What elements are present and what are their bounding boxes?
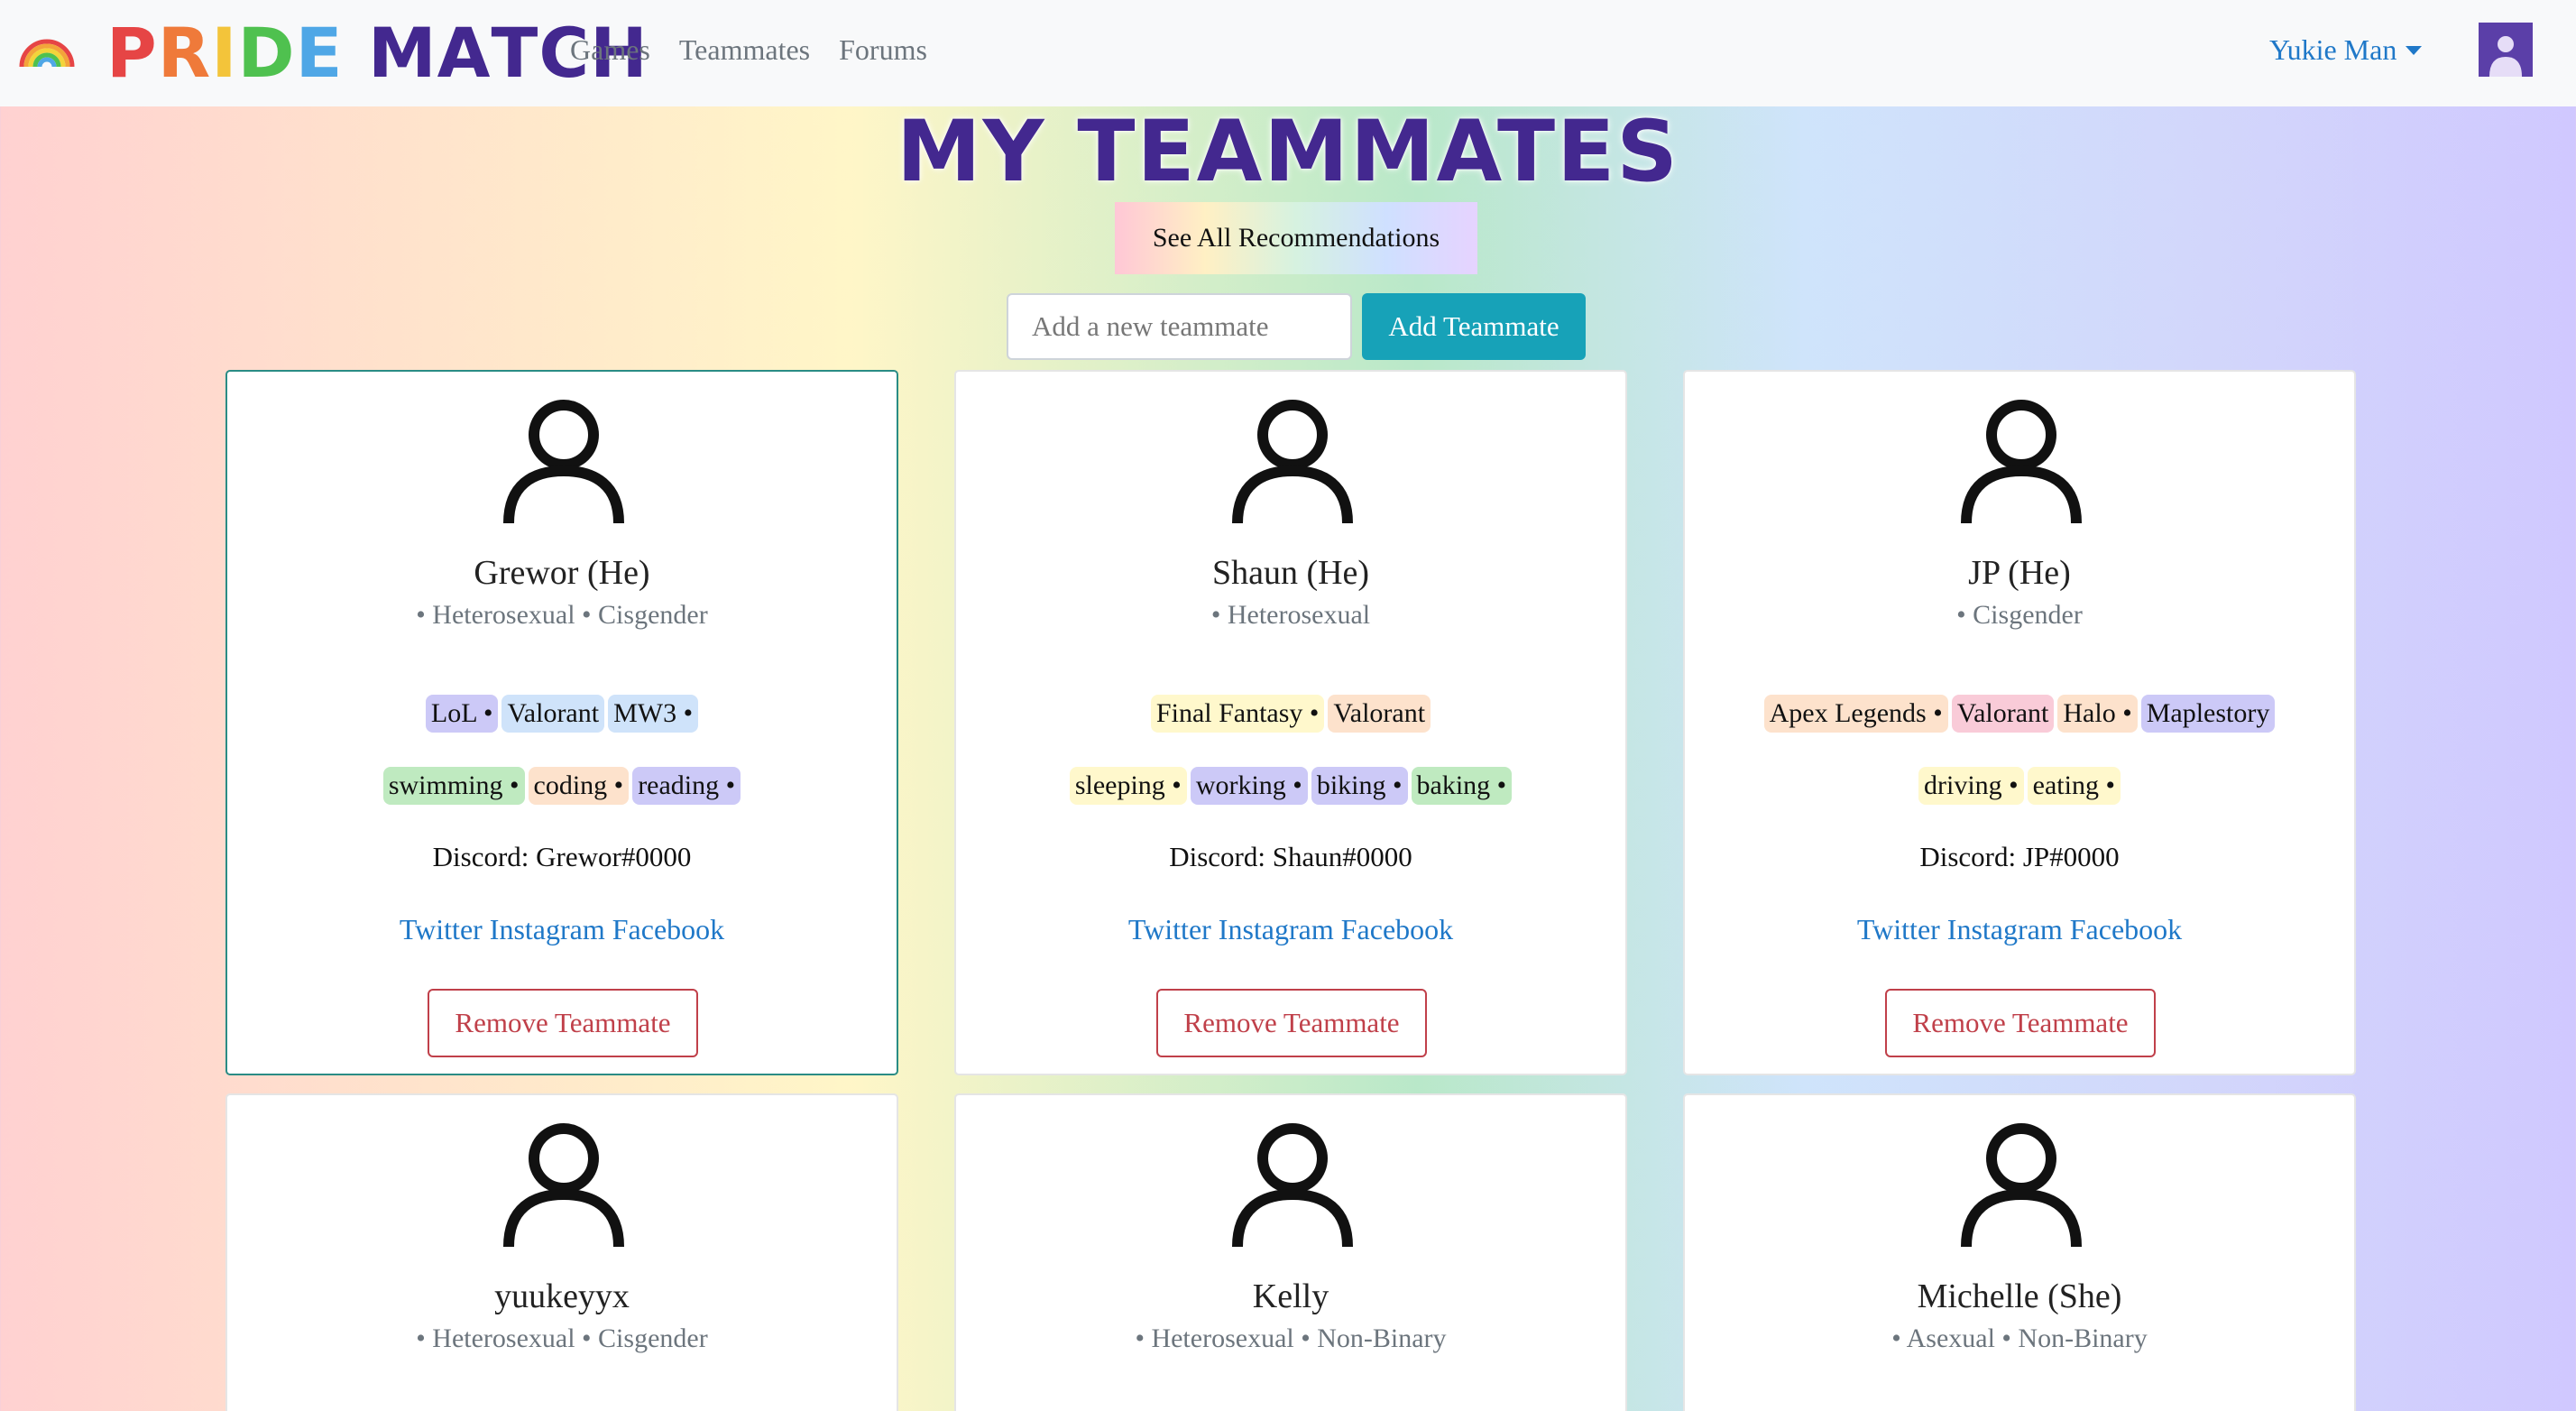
social-link-instagram[interactable]: Instagram bbox=[490, 909, 605, 949]
game-tags: Final Fantasy • Valorant bbox=[956, 695, 1625, 733]
teammate-name: yuukeyyx bbox=[494, 1277, 630, 1315]
person-icon bbox=[1959, 397, 2084, 525]
identity-tags: • Heterosexual • Cisgender bbox=[416, 1323, 708, 1353]
person-icon bbox=[1230, 1120, 1355, 1249]
game-chip: Valorant bbox=[1951, 695, 2055, 733]
game-chip: Final Fantasy • bbox=[1150, 695, 1325, 733]
discord-handle: Discord: Shaun#0000 bbox=[1169, 841, 1412, 872]
identity-tags: • Cisgender bbox=[1956, 600, 2083, 630]
discord-handle: Discord: Grewor#0000 bbox=[432, 841, 692, 872]
add-teammate-input[interactable] bbox=[1007, 293, 1352, 360]
hobby-tags: driving • eating • bbox=[1685, 767, 2354, 805]
hobby-chip: swimming • bbox=[382, 767, 525, 805]
remove-teammate-button[interactable]: Remove Teammate bbox=[1156, 989, 1427, 1057]
person-icon bbox=[1230, 397, 1355, 525]
nav-link-teammates[interactable]: Teammates bbox=[679, 27, 810, 72]
social-link-facebook[interactable]: Facebook bbox=[1341, 909, 1453, 949]
social-links: Twitter Instagram Facebook bbox=[956, 909, 1625, 949]
game-tags: LoL • Valorant MW3 • bbox=[227, 695, 897, 733]
add-teammate-button[interactable]: Add Teammate bbox=[1362, 293, 1586, 360]
social-links: Twitter Instagram Facebook bbox=[227, 909, 897, 949]
social-link-facebook[interactable]: Facebook bbox=[2070, 909, 2182, 949]
brand-letter: I bbox=[211, 13, 238, 93]
game-chip: MW3 • bbox=[608, 695, 699, 733]
game-chip: Halo • bbox=[2057, 695, 2138, 733]
identity-tags: • Asexual • Non-Binary bbox=[1891, 1323, 2148, 1353]
nav-links: Games Teammates Forums bbox=[570, 27, 927, 72]
brand-letter: M bbox=[368, 13, 437, 93]
teammate-card: Shaun (He) • Heterosexual Final Fantasy • V… bbox=[954, 370, 1627, 1075]
social-link-twitter[interactable]: Twitter bbox=[1857, 909, 1940, 949]
hobby-chip: sleeping • bbox=[1069, 767, 1187, 805]
hobby-chip: baking • bbox=[1411, 767, 1513, 805]
see-all-recommendations-button[interactable]: See All Recommendations bbox=[1115, 202, 1477, 274]
teammate-card: Michelle (She) • Asexual • Non-Binary bbox=[1683, 1093, 2356, 1411]
brand-letter: T bbox=[491, 13, 539, 93]
teammate-card: Kelly • Heterosexual • Non-Binary bbox=[954, 1093, 1627, 1411]
brand-logo[interactable]: PRIDE MATCH bbox=[106, 13, 649, 94]
hobby-chip: driving • bbox=[1918, 767, 2024, 805]
hobby-tags: sleeping • working • biking • baking • bbox=[956, 767, 1625, 805]
game-tags: Apex Legends • Valorant Halo • Maplestory bbox=[1685, 695, 2354, 733]
social-link-twitter[interactable]: Twitter bbox=[400, 909, 483, 949]
caret-down-icon bbox=[2406, 46, 2423, 55]
hobby-chip: working • bbox=[1190, 767, 1308, 805]
brand-letter: A bbox=[437, 13, 492, 93]
social-links: Twitter Instagram Facebook bbox=[1685, 909, 2354, 949]
teammate-name: JP (He) bbox=[1968, 554, 2071, 592]
hobby-chip: reading • bbox=[632, 767, 741, 805]
game-chip: Maplestory bbox=[2140, 695, 2276, 733]
social-link-twitter[interactable]: Twitter bbox=[1128, 909, 1211, 949]
game-chip: Valorant bbox=[501, 695, 605, 733]
user-menu-dropdown[interactable]: Yukie Man bbox=[2269, 27, 2423, 72]
discord-handle: Discord: JP#0000 bbox=[1919, 841, 2120, 872]
rainbow-icon bbox=[19, 39, 75, 68]
identity-tags: • Heterosexual • Non-Binary bbox=[1135, 1323, 1447, 1353]
teammate-name: Michelle (She) bbox=[1917, 1277, 2122, 1315]
person-icon bbox=[1959, 1120, 2084, 1249]
game-chip: Apex Legends • bbox=[1763, 695, 1948, 733]
hobby-chip: coding • bbox=[528, 767, 630, 805]
navbar: PRIDE MATCH Games Teammates Forums Yukie… bbox=[0, 0, 2576, 106]
remove-teammate-button[interactable]: Remove Teammate bbox=[428, 989, 698, 1057]
person-icon bbox=[501, 1120, 626, 1249]
identity-tags: • Heterosexual • Cisgender bbox=[416, 600, 708, 630]
social-link-instagram[interactable]: Instagram bbox=[1219, 909, 1334, 949]
user-name: Yukie Man bbox=[2269, 33, 2397, 66]
teammate-name: Kelly bbox=[1252, 1277, 1329, 1315]
nav-link-games[interactable]: Games bbox=[570, 27, 650, 72]
game-chip: Valorant bbox=[1328, 695, 1431, 733]
remove-teammate-button[interactable]: Remove Teammate bbox=[1885, 989, 2156, 1057]
user-avatar-icon[interactable] bbox=[2479, 23, 2533, 77]
brand-letter: D bbox=[237, 13, 296, 93]
social-link-instagram[interactable]: Instagram bbox=[1947, 909, 2063, 949]
social-link-facebook[interactable]: Facebook bbox=[612, 909, 724, 949]
identity-tags: • Heterosexual bbox=[1210, 600, 1371, 630]
teammate-card: yuukeyyx • Heterosexual • Cisgender bbox=[225, 1093, 898, 1411]
brand-letter: E bbox=[295, 13, 344, 93]
brand-letter: R bbox=[157, 13, 212, 93]
page-title: MY TEAMMATES bbox=[897, 103, 1679, 201]
hobby-tags: swimming • coding • reading • bbox=[227, 767, 897, 805]
game-chip: LoL • bbox=[425, 695, 499, 733]
brand-letter: P bbox=[106, 13, 158, 93]
hobby-chip: biking • bbox=[1311, 767, 1408, 805]
teammate-name: Grewor (He) bbox=[474, 554, 650, 592]
hobby-chip: eating • bbox=[2027, 767, 2121, 805]
nav-link-forums[interactable]: Forums bbox=[839, 27, 927, 72]
teammate-card: JP (He) • Cisgender Apex Legends • Valorant… bbox=[1683, 370, 2356, 1075]
person-icon bbox=[501, 397, 626, 525]
brand-letter bbox=[344, 13, 368, 94]
teammate-card: Grewor (He) • Heterosexual • Cisgender LoL… bbox=[225, 370, 898, 1075]
teammate-name: Shaun (He) bbox=[1211, 554, 1370, 592]
